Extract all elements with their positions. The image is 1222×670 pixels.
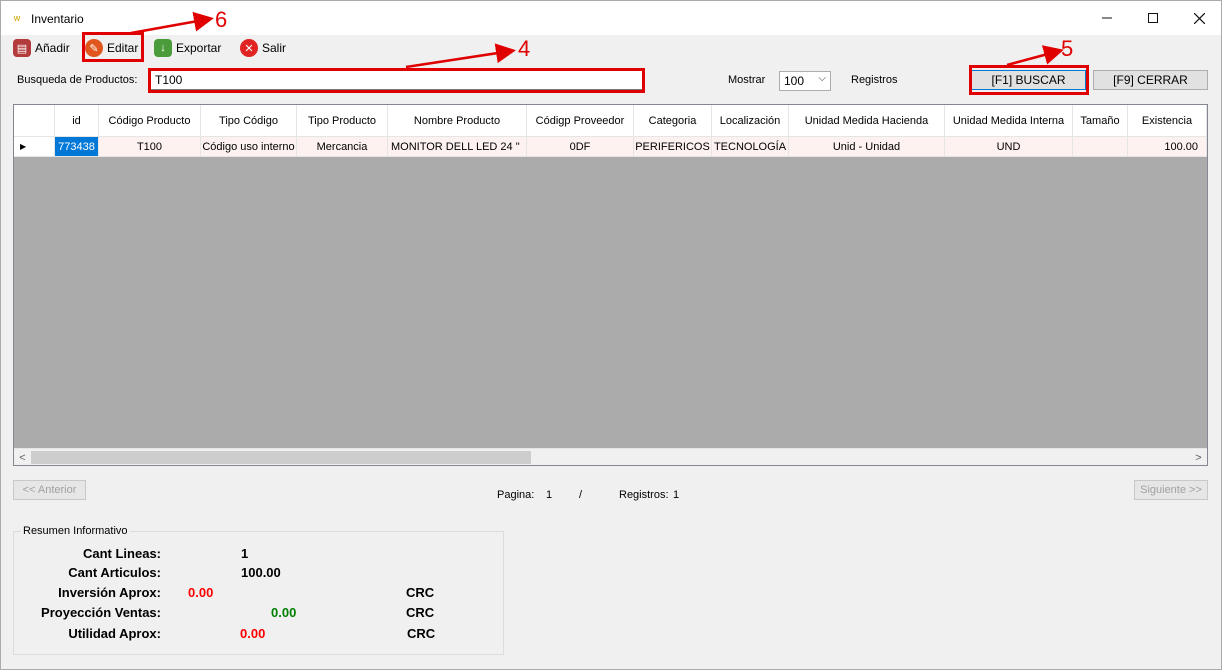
row-header-corner xyxy=(14,105,55,137)
cant-lineas-label: Cant Lineas: xyxy=(82,546,161,561)
add-icon: ▤ xyxy=(13,39,31,57)
table-cell[interactable]: TECNOLOGÍA xyxy=(712,137,789,157)
table-cell[interactable] xyxy=(1073,137,1128,157)
next-page-button[interactable]: Siguiente >> xyxy=(1134,480,1208,500)
window-title: Inventario xyxy=(31,12,84,26)
add-label: Añadir xyxy=(35,41,70,55)
table-cell[interactable]: UND xyxy=(945,137,1073,157)
mostrar-label: Mostrar xyxy=(728,74,766,86)
records-value: 1 xyxy=(673,489,680,501)
table-cell[interactable]: PERIFERICOS xyxy=(634,137,712,157)
column-header[interactable]: Localización xyxy=(712,105,789,137)
search-label: Busqueda de Productos: xyxy=(17,74,138,86)
inventory-window: ᴡ Inventario ▤ Añadir ✎ Editar ↓ Exporta… xyxy=(0,0,1222,670)
minimize-icon xyxy=(1102,17,1112,19)
inversion-currency: CRC xyxy=(406,585,435,600)
column-header[interactable]: Tipo Producto xyxy=(297,105,388,137)
column-header[interactable]: Tamaño xyxy=(1073,105,1128,137)
maximize-icon xyxy=(1148,13,1158,23)
scroll-left-icon[interactable]: < xyxy=(14,449,31,466)
edit-icon: ✎ xyxy=(85,39,103,57)
chevron-down-icon: ⌵ xyxy=(818,73,826,84)
utilidad-value: 0.00 xyxy=(240,626,266,641)
export-button[interactable]: ↓ Exportar xyxy=(154,37,221,59)
scroll-right-icon[interactable]: > xyxy=(1190,449,1207,466)
table-cell[interactable]: 100.00 xyxy=(1128,137,1207,157)
products-grid[interactable]: id Código Producto Tipo Código Tipo Prod… xyxy=(13,104,1208,466)
close-button[interactable] xyxy=(1176,1,1222,35)
proyeccion-value: 0.00 xyxy=(271,605,297,620)
cant-articulos-value: 100.00 xyxy=(241,565,281,580)
page-value: 1 xyxy=(546,489,553,501)
toolbar: ▤ Añadir ✎ Editar ↓ Exportar ✕ Salir xyxy=(1,35,1221,61)
column-header[interactable]: id xyxy=(55,105,99,137)
table-cell[interactable]: 773438 xyxy=(55,137,99,157)
column-header[interactable]: Códigp Proveedor xyxy=(527,105,634,137)
edit-label: Editar xyxy=(107,41,139,55)
row-pointer-icon: ▶ xyxy=(14,137,55,157)
grid-header: id Código Producto Tipo Código Tipo Prod… xyxy=(14,105,1207,137)
utilidad-label: Utilidad Aprox: xyxy=(68,626,161,641)
cant-articulos-label: Cant Articulos: xyxy=(68,565,161,580)
utilidad-currency: CRC xyxy=(407,626,436,641)
proyeccion-currency: CRC xyxy=(406,605,435,620)
app-icon: ᴡ xyxy=(13,13,21,23)
page-separator: / xyxy=(579,489,583,501)
export-label: Exportar xyxy=(176,41,222,55)
exit-icon: ✕ xyxy=(240,39,258,57)
column-header[interactable]: Categoria xyxy=(634,105,712,137)
exit-button[interactable]: ✕ Salir xyxy=(240,37,286,59)
horizontal-scrollbar[interactable]: < > xyxy=(14,448,1207,465)
mostrar-value: 100 xyxy=(784,74,805,88)
export-icon: ↓ xyxy=(154,39,172,57)
title-bar: ᴡ Inventario xyxy=(1,1,1221,35)
search-input[interactable] xyxy=(150,70,643,90)
scrollbar-thumb[interactable] xyxy=(31,451,531,464)
minimize-button[interactable] xyxy=(1084,1,1130,35)
table-cell[interactable]: T100 xyxy=(99,137,201,157)
exit-label: Salir xyxy=(262,41,287,55)
column-header[interactable]: Nombre Producto xyxy=(388,105,527,137)
column-header[interactable]: Unidad Medida Hacienda xyxy=(789,105,945,137)
column-header[interactable]: Código Producto xyxy=(99,105,201,137)
table-cell[interactable]: Mercancia xyxy=(297,137,388,157)
registros-label: Registros xyxy=(851,74,898,86)
table-cell[interactable]: Unid - Unidad xyxy=(789,137,945,157)
edit-button[interactable]: ✎ Editar xyxy=(85,37,138,59)
table-cell[interactable]: 0DF xyxy=(527,137,634,157)
maximize-button[interactable] xyxy=(1130,1,1176,35)
inversion-label: Inversión Aprox: xyxy=(58,585,161,600)
previous-page-button[interactable]: << Anterior xyxy=(13,480,86,500)
mostrar-select[interactable]: 100 ⌵ xyxy=(779,71,831,91)
inversion-value: 0.00 xyxy=(188,585,214,600)
add-button[interactable]: ▤ Añadir xyxy=(13,37,70,59)
cerrar-button[interactable]: [F9] CERRAR xyxy=(1093,70,1208,90)
close-icon xyxy=(1193,12,1205,24)
column-header[interactable]: Unidad Medida Interna xyxy=(945,105,1073,137)
buscar-button[interactable]: [F1] BUSCAR xyxy=(971,70,1086,90)
column-header[interactable]: Existencia xyxy=(1128,105,1207,137)
table-row[interactable]: ▶ 773438 T100 Código uso interno Mercanc… xyxy=(14,137,1207,157)
records-label: Registros: xyxy=(619,489,669,501)
cant-lineas-value: 1 xyxy=(241,546,249,561)
table-cell[interactable]: MONITOR DELL LED 24 " xyxy=(388,137,527,157)
column-header[interactable]: Tipo Código xyxy=(201,105,297,137)
table-cell[interactable]: Código uso interno xyxy=(201,137,297,157)
proyeccion-label: Proyección Ventas: xyxy=(41,605,161,620)
page-label: Pagina: xyxy=(497,489,535,501)
summary-legend: Resumen Informativo xyxy=(21,525,130,537)
